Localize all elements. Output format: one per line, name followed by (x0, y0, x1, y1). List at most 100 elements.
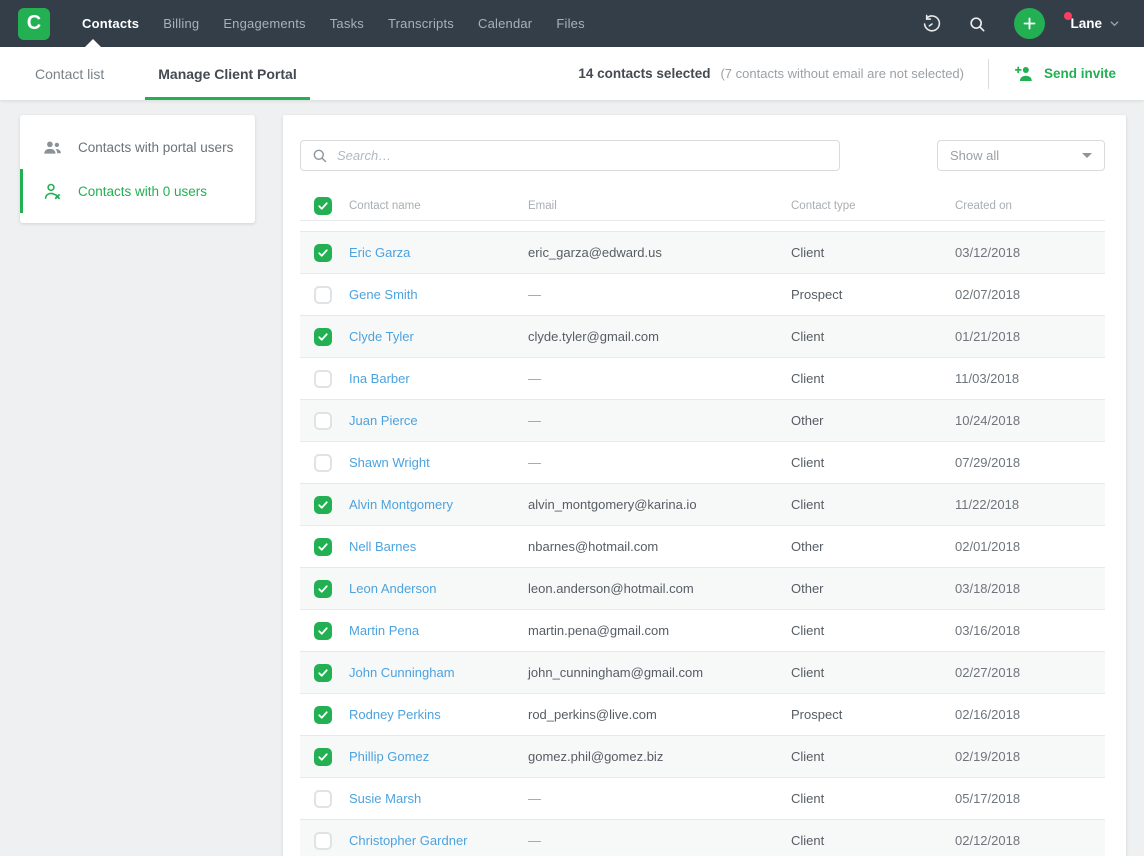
contact-type: Client (791, 455, 955, 470)
contact-name-link[interactable]: Phillip Gomez (349, 749, 528, 764)
table-row[interactable]: Leon Andersonleon.anderson@hotmail.comOt… (300, 567, 1105, 609)
nav-item-transcripts[interactable]: Transcripts (376, 0, 466, 47)
table-row[interactable]: Ina Barber—Client11/03/2018 (300, 357, 1105, 399)
app-logo[interactable]: C (18, 8, 50, 40)
table-row[interactable]: Juan Pierce—Other10/24/2018 (300, 399, 1105, 441)
created-on-date: 11/03/2018 (955, 371, 1105, 386)
select-all-checkbox[interactable] (314, 197, 332, 215)
row-checkbox[interactable] (314, 748, 332, 766)
contact-name-link[interactable]: Juan Pierce (349, 413, 528, 428)
contact-name-link[interactable]: Rodney Perkins (349, 707, 528, 722)
table-row[interactable]: Rodney Perkinsrod_perkins@live.comProspe… (300, 693, 1105, 735)
table-row[interactable]: Phillip Gomezgomez.phil@gomez.bizClient0… (300, 735, 1105, 777)
send-invite-button[interactable]: Send invite (1013, 63, 1116, 85)
row-checkbox[interactable] (314, 454, 332, 472)
navbar-actions: Lane (914, 6, 1120, 42)
nav-item-files[interactable]: Files (544, 0, 596, 47)
contact-name-link[interactable]: Shawn Wright (349, 455, 528, 470)
nav-item-billing[interactable]: Billing (151, 0, 211, 47)
nav-item-contacts[interactable]: Contacts (70, 0, 151, 47)
table-row[interactable]: Alvin Montgomeryalvin_montgomery@karina.… (300, 483, 1105, 525)
filter-select[interactable]: Show all (937, 140, 1105, 171)
portal-sidebar: Contacts with portal usersContacts with … (20, 115, 255, 223)
table-row[interactable]: Christopher Gardner—Client02/12/2018 (300, 819, 1105, 856)
table-row[interactable]: Eric Garzaeric_garza@edward.usClient03/1… (300, 231, 1105, 273)
contact-name-link[interactable]: Eric Garza (349, 245, 528, 260)
contact-name-link[interactable]: Martin Pena (349, 623, 528, 638)
selection-note: (7 contacts without email are not select… (720, 66, 964, 81)
plus-icon (1021, 15, 1038, 32)
created-on-date: 02/27/2018 (955, 665, 1105, 680)
page-tabbar: Contact listManage Client Portal 14 cont… (0, 47, 1144, 100)
created-on-date: 02/16/2018 (955, 707, 1105, 722)
timer-icon (921, 13, 943, 35)
active-nav-pointer (85, 39, 101, 47)
contact-name-link[interactable]: Alvin Montgomery (349, 497, 528, 512)
row-checkbox[interactable] (314, 496, 332, 514)
column-header-created-on: Created on (955, 200, 1105, 212)
contact-email: — (528, 287, 791, 302)
nav-item-calendar[interactable]: Calendar (466, 0, 544, 47)
created-on-date: 05/17/2018 (955, 791, 1105, 806)
contact-email: gomez.phil@gomez.biz (528, 749, 791, 764)
search-input[interactable] (337, 148, 829, 163)
contact-type: Client (791, 623, 955, 638)
contact-email: leon.anderson@hotmail.com (528, 581, 791, 596)
row-checkbox[interactable] (314, 370, 332, 388)
contact-name-link[interactable]: Christopher Gardner (349, 833, 528, 848)
table-row[interactable]: Nell Barnesnbarnes@hotmail.comOther02/01… (300, 525, 1105, 567)
contact-name-link[interactable]: Nell Barnes (349, 539, 528, 554)
person-plus-icon (1013, 63, 1035, 85)
tab-contact-list[interactable]: Contact list (8, 47, 131, 100)
row-checkbox[interactable] (314, 580, 332, 598)
nav-items: ContactsBillingEngagementsTasksTranscrip… (70, 0, 597, 47)
contact-email: — (528, 371, 791, 386)
sidebar-item-contacts-with-0-users[interactable]: Contacts with 0 users (20, 169, 255, 213)
timer-button[interactable] (914, 6, 950, 42)
row-checkbox[interactable] (314, 832, 332, 850)
contact-type: Client (791, 833, 955, 848)
row-checkbox[interactable] (314, 286, 332, 304)
contact-type: Prospect (791, 287, 955, 302)
row-checkbox[interactable] (314, 790, 332, 808)
contact-email: — (528, 413, 791, 428)
table-row[interactable]: Susie Marsh—Client05/17/2018 (300, 777, 1105, 819)
add-new-button[interactable] (1014, 8, 1045, 39)
nav-item-engagements[interactable]: Engagements (211, 0, 317, 47)
row-checkbox[interactable] (314, 622, 332, 640)
row-checkbox[interactable] (314, 244, 332, 262)
created-on-date: 07/29/2018 (955, 455, 1105, 470)
table-row[interactable]: Martin Penamartin.pena@gmail.comClient03… (300, 609, 1105, 651)
caret-down-icon (1082, 153, 1092, 158)
contact-name-link[interactable]: Gene Smith (349, 287, 528, 302)
row-checkbox[interactable] (314, 706, 332, 724)
row-checkbox[interactable] (314, 412, 332, 430)
table-row[interactable]: Clyde Tylerclyde.tyler@gmail.comClient01… (300, 315, 1105, 357)
row-checkbox[interactable] (314, 664, 332, 682)
row-checkbox[interactable] (314, 538, 332, 556)
tab-manage-client-portal[interactable]: Manage Client Portal (131, 47, 323, 100)
contact-name-link[interactable]: Leon Anderson (349, 581, 528, 596)
table-row[interactable]: John Cunninghamjohn_cunningham@gmail.com… (300, 651, 1105, 693)
created-on-date: 02/01/2018 (955, 539, 1105, 554)
app-window: C ContactsBillingEngagementsTasksTranscr… (0, 0, 1144, 856)
table-row[interactable]: Shawn Wright—Client07/29/2018 (300, 441, 1105, 483)
table-row[interactable]: Gene Smith—Prospect02/07/2018 (300, 273, 1105, 315)
contact-type: Client (791, 497, 955, 512)
table-body: Eric Garzaeric_garza@edward.usClient03/1… (300, 231, 1105, 856)
row-checkbox[interactable] (314, 328, 332, 346)
nav-item-tasks[interactable]: Tasks (318, 0, 376, 47)
contact-type: Client (791, 665, 955, 680)
contact-email: john_cunningham@gmail.com (528, 665, 791, 680)
contact-name-link[interactable]: Susie Marsh (349, 791, 528, 806)
selection-summary: 14 contacts selected (578, 66, 710, 81)
global-search-button[interactable] (959, 6, 995, 42)
contact-name-link[interactable]: Clyde Tyler (349, 329, 528, 344)
selection-toolbar: 14 contacts selected (7 contacts without… (578, 59, 1144, 89)
contact-name-link[interactable]: John Cunningham (349, 665, 528, 680)
sidebar-item-contacts-with-portal-users[interactable]: Contacts with portal users (20, 125, 255, 169)
user-name: Lane (1070, 16, 1102, 31)
contact-name-link[interactable]: Ina Barber (349, 371, 528, 386)
user-menu[interactable]: Lane (1064, 16, 1120, 31)
contact-email: — (528, 833, 791, 848)
